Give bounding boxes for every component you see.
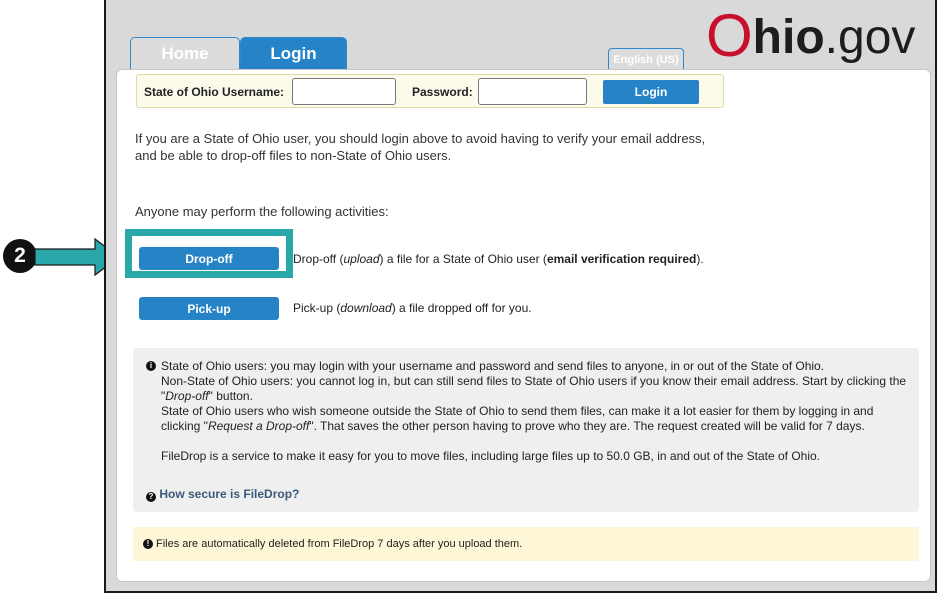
password-label: Password: bbox=[412, 85, 473, 99]
logo-hio: hio bbox=[752, 11, 825, 64]
login-bar: State of Ohio Username: Password: Login bbox=[136, 74, 724, 108]
notice-text: Files are automatically deleted from Fil… bbox=[156, 538, 523, 550]
username-label: State of Ohio Username: bbox=[144, 85, 285, 99]
pickup-button[interactable]: Pick-up bbox=[139, 297, 279, 320]
info-line-2: Non-State of Ohio users: you cannot log … bbox=[161, 374, 907, 388]
question-circle-icon: ? bbox=[146, 492, 156, 502]
info-text: State of Ohio users: you may login with … bbox=[161, 359, 911, 464]
intro-line-1: If you are a State of Ohio user, you sho… bbox=[135, 131, 706, 146]
info-icon: i bbox=[146, 361, 156, 371]
info-line-5: clicking "Request a Drop-off". That save… bbox=[161, 419, 865, 433]
info-line-1: State of Ohio users: you may login with … bbox=[161, 359, 825, 373]
info-line-4: State of Ohio users who wish someone out… bbox=[161, 404, 874, 418]
password-input[interactable] bbox=[478, 78, 587, 105]
dropoff-button[interactable]: Drop-off bbox=[139, 247, 279, 270]
info-line-6: FileDrop is a service to make it easy fo… bbox=[161, 449, 821, 463]
main-panel: State of Ohio Username: Password: Login … bbox=[116, 69, 931, 582]
pickup-description: Pick-up (download) a file dropped off fo… bbox=[293, 301, 532, 315]
tab-login[interactable]: Login bbox=[240, 37, 347, 70]
logo-gov: .gov bbox=[824, 11, 916, 64]
activities-heading: Anyone may perform the following activit… bbox=[135, 204, 389, 219]
secure-link-label: How secure is FileDrop? bbox=[159, 487, 300, 501]
language-selector[interactable]: English (US) bbox=[608, 48, 684, 70]
logo-o: O bbox=[706, 2, 753, 69]
ohio-gov-logo: Ohio .gov bbox=[706, 6, 915, 66]
username-input[interactable] bbox=[292, 78, 396, 105]
intro-line-2: and be able to drop-off files to non-Sta… bbox=[135, 148, 452, 163]
intro-text: If you are a State of Ohio user, you sho… bbox=[135, 130, 705, 164]
step-number-badge: 2 bbox=[3, 239, 37, 273]
deletion-notice: ! Files are automatically deleted from F… bbox=[133, 527, 919, 561]
login-button[interactable]: Login bbox=[603, 80, 699, 104]
alert-icon: ! bbox=[143, 539, 153, 549]
secure-link[interactable]: ? How secure is FileDrop? bbox=[146, 487, 299, 502]
browser-frame: Home Login English (US) Ohio .gov State o… bbox=[104, 0, 937, 593]
tab-home[interactable]: Home bbox=[130, 37, 240, 70]
info-line-3: "Drop-off" button. bbox=[161, 389, 253, 403]
info-box: i State of Ohio users: you may login wit… bbox=[133, 348, 919, 512]
dropoff-description: Drop-off (upload) a file for a State of … bbox=[293, 252, 704, 266]
